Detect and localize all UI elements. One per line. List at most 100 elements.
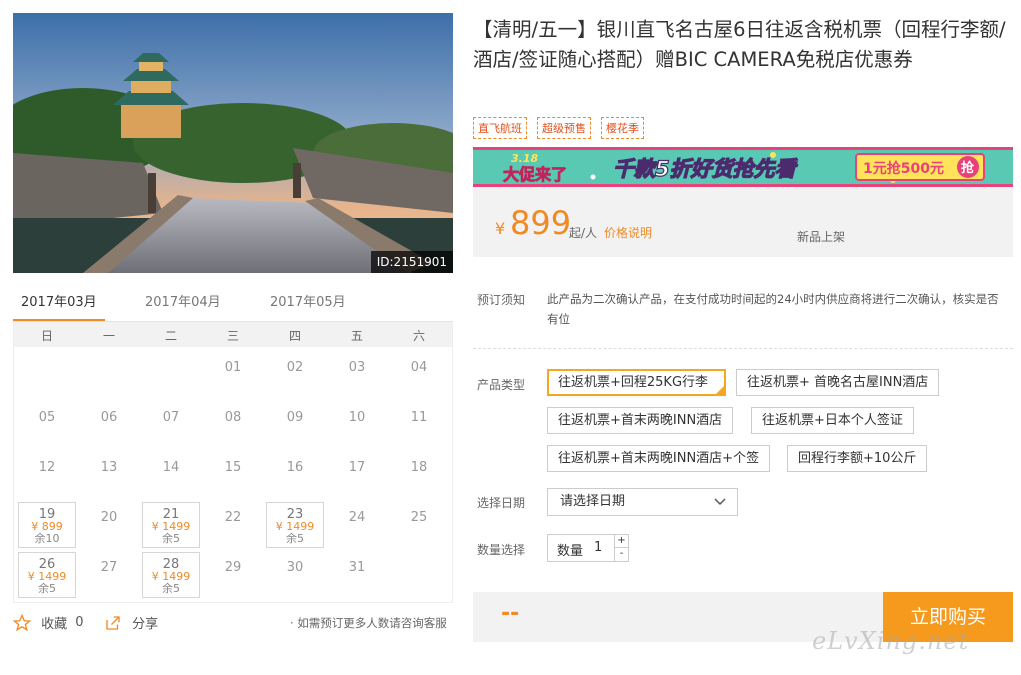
weekday-header: 二 (164, 329, 177, 343)
month-tabs: 2017年03月 2017年04月 2017年05月 (13, 292, 453, 322)
day-number: 08 (224, 410, 242, 425)
date-select-dropdown[interactable]: 请选择日期 (547, 488, 738, 516)
share-icon (104, 615, 126, 630)
day-number: 26 (38, 557, 56, 572)
banner-coupon: 1元抢500元 (863, 160, 944, 177)
tab-month-3[interactable]: 2017年05月 (270, 292, 346, 322)
day-stock: 余5 (38, 582, 56, 595)
calendar-day: 07 (142, 402, 200, 448)
calendar-day-available[interactable]: 19 ¥ 899 余10 (18, 502, 76, 548)
calendar-day: 04 (390, 352, 448, 398)
calendar-day-available[interactable]: 21 ¥ 1499 余5 (142, 502, 200, 548)
day-number: 12 (38, 460, 56, 475)
tag-direct-flight: 直飞航班 (473, 117, 527, 139)
price-amount: 899 (510, 204, 572, 242)
option-roundtrip-two-nights-hotel[interactable]: 往返机票+首末两晚INN酒店 (547, 407, 734, 434)
weekday-header: 三 (226, 329, 239, 343)
calendar-day: 25 (390, 502, 448, 548)
day-number: 31 (348, 560, 366, 575)
banner-headline: 千款5折好货抢先看 (613, 157, 799, 181)
calendar-day: 13 (80, 452, 138, 498)
favorite-label: 收藏 (41, 617, 68, 632)
watermark: eLvXing.net (812, 627, 970, 655)
day-number: 19 (38, 507, 56, 522)
price-unit: 起/人 (569, 226, 598, 240)
day-number: 13 (100, 460, 118, 475)
calendar-day: 05 (18, 402, 76, 448)
quantity-increase-button[interactable]: + (614, 535, 628, 548)
banner-coupon-action: 抢 (961, 160, 975, 176)
calendar-day: 18 (390, 452, 448, 498)
calendar-day: 12 (18, 452, 76, 498)
calendar-day: 03 (328, 352, 386, 398)
day-number: 04 (410, 360, 428, 375)
option-roundtrip-visa[interactable]: 往返机票+日本个人签证 (751, 407, 914, 434)
option-roundtrip-first-night-hotel[interactable]: 往返机票+ 首晚名古屋INN酒店 (736, 369, 940, 396)
option-extra-baggage[interactable]: 回程行李额+10公斤 (787, 445, 928, 472)
calendar-day: 17 (328, 452, 386, 498)
calendar-day: 02 (266, 352, 324, 398)
calendar-day-available[interactable]: 28 ¥ 1499 余5 (142, 552, 200, 598)
date-select-value: 请选择日期 (560, 494, 626, 509)
day-number: 20 (100, 510, 118, 525)
calendar-day: 20 (80, 502, 138, 548)
calendar-day: 30 (266, 552, 324, 598)
section-divider (473, 348, 1013, 349)
new-arrival-label: 新品上架 (797, 230, 846, 244)
photo-id-label: ID:2151901 (370, 251, 453, 273)
day-number: 18 (410, 460, 428, 475)
promo-banner[interactable]: 3.18 大促来了 千款5折好货抢先看 1元抢500元 抢 (473, 147, 1013, 187)
price-currency: ¥ (495, 219, 506, 238)
tab-month-2[interactable]: 2017年04月 (145, 292, 221, 322)
quantity-value[interactable]: 1 (594, 540, 602, 555)
day-number: 23 (286, 507, 304, 522)
product-photo[interactable]: ID:2151901 (13, 13, 453, 273)
favorite-button[interactable]: 收藏 0 (12, 613, 84, 632)
day-number: 16 (286, 460, 304, 475)
option-hotel-and-visa[interactable]: 往返机票+首末两晚INN酒店+个签 (547, 445, 771, 472)
option-roundtrip-baggage[interactable]: 往返机票+回程25KG行李 (547, 369, 726, 396)
date-select-label: 选择日期 (477, 496, 526, 510)
calendar-day: 29 (204, 552, 262, 598)
day-number: 02 (286, 360, 304, 375)
day-number: 05 (38, 410, 56, 425)
day-number: 07 (162, 410, 180, 425)
weekday-header: 五 (350, 329, 363, 343)
day-number: 09 (286, 410, 304, 425)
consult-service-link[interactable]: · 如需预订更多人数请咨询客服 (290, 615, 447, 631)
price-box: ¥ 899 起/人 价格说明 新品上架 (473, 187, 1013, 257)
calendar-day: 27 (80, 552, 138, 598)
calendar-day: 06 (80, 402, 138, 448)
calendar-grid: 日 一 二 三 四 五 六 01 02 03 04 05 06 07 08 09 10 11 12 13 14 15 16… (13, 322, 453, 603)
weekday-header: 日 (40, 329, 53, 343)
calendar-day: 11 (390, 402, 448, 448)
day-number: 30 (286, 560, 304, 575)
day-stock: 余5 (286, 532, 304, 545)
calendar-day: 24 (328, 502, 386, 548)
quantity-decrease-button[interactable]: - (614, 548, 628, 561)
day-number: 14 (162, 460, 180, 475)
calendar-day: 16 (266, 452, 324, 498)
price-note-link[interactable]: 价格说明 (604, 224, 652, 241)
product-title: 【清明/五一】银川直飞名古屋6日往返含税机票（回程行李额/酒店/签证随心搭配）赠… (473, 18, 1006, 71)
notice-label: 预订须知 (477, 293, 526, 307)
calendar-day-available[interactable]: 23 ¥ 1499 余5 (266, 502, 324, 548)
quantity-stepper: 数量 1 + - (547, 534, 629, 562)
total-price: -- (501, 601, 520, 626)
day-number: 17 (348, 460, 366, 475)
chevron-down-icon (714, 489, 726, 524)
day-number: 28 (162, 557, 180, 572)
day-number: 29 (224, 560, 242, 575)
day-stock: 余10 (34, 532, 60, 545)
calendar-day-available[interactable]: 26 ¥ 1499 余5 (18, 552, 76, 598)
weekday-header: 一 (102, 329, 115, 343)
day-number: 06 (100, 410, 118, 425)
day-stock: 余5 (162, 582, 180, 595)
calendar-day: 09 (266, 402, 324, 448)
share-label: 分享 (132, 617, 159, 632)
day-number: 11 (410, 410, 428, 425)
calendar-day: 10 (328, 402, 386, 448)
tab-month-1[interactable]: 2017年03月 (13, 292, 105, 322)
osaka-castle-image (13, 13, 453, 273)
share-button[interactable]: 分享 (104, 613, 158, 632)
